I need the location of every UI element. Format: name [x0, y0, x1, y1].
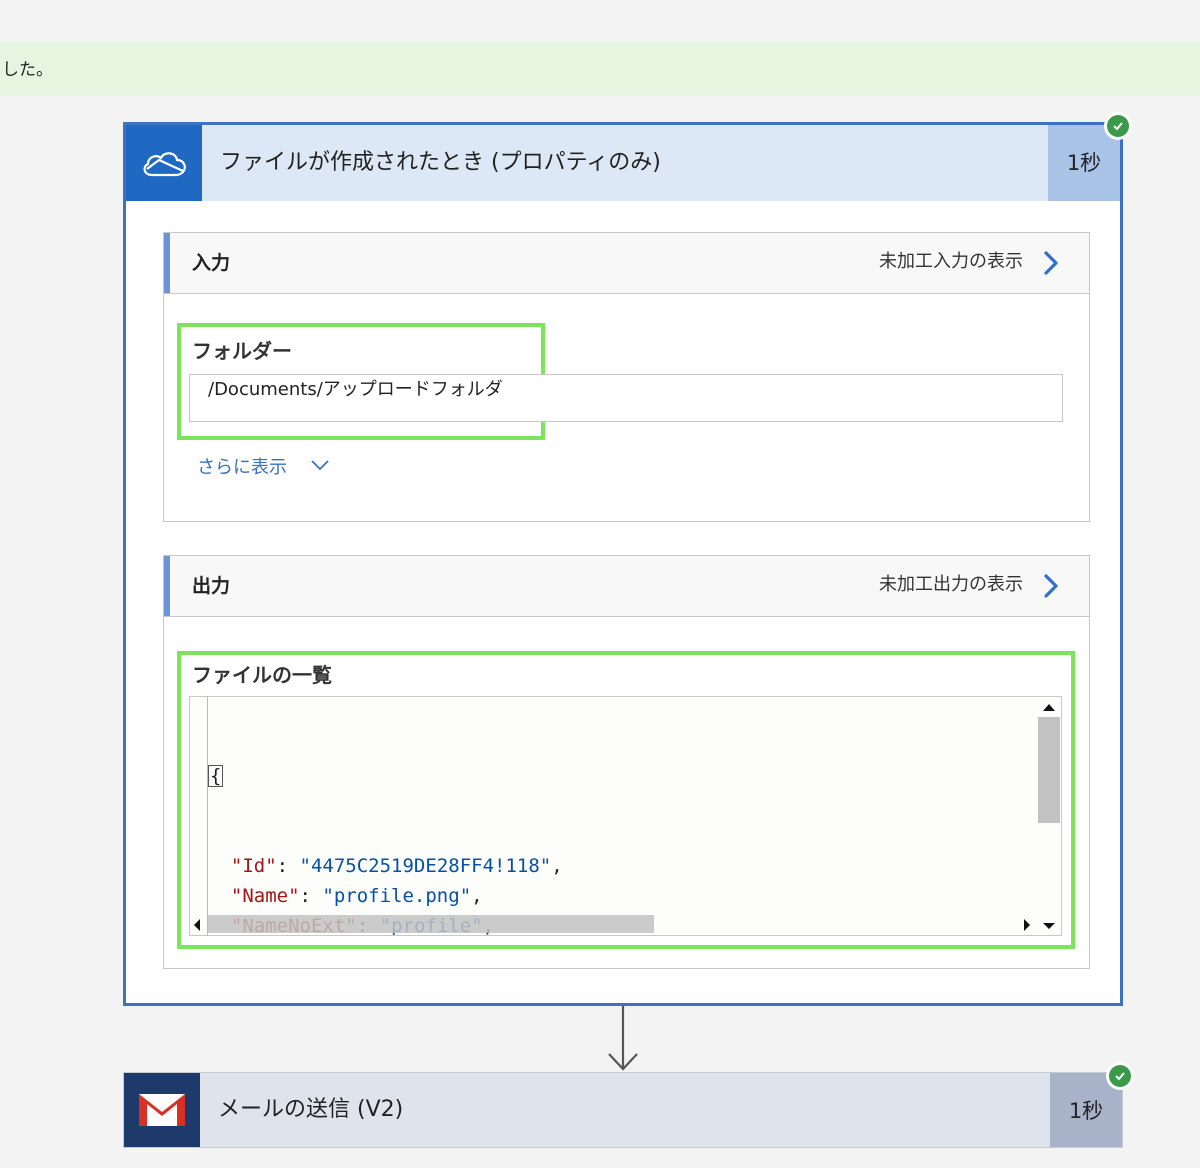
- trigger-card: ファイルが作成されたとき (プロパティのみ) 1秒 入力 未加工入力の表示 フォ…: [123, 122, 1123, 1006]
- output-title: 出力: [192, 575, 231, 597]
- section-accent-bar: [164, 233, 170, 293]
- input-section: 入力 未加工入力の表示 フォルダー /Documents/アップロードフォルダ …: [163, 232, 1090, 522]
- json-punct: ,: [551, 855, 563, 877]
- onedrive-cloud-icon: [126, 125, 202, 201]
- json-viewer[interactable]: { "Id": "4475C2519DE28FF4!118", "Name": …: [189, 696, 1062, 936]
- trigger-title: ファイルが作成されたとき (プロパティのみ): [220, 150, 661, 175]
- check-icon: [1107, 115, 1129, 137]
- action-status: [1106, 1062, 1134, 1090]
- json-key: "Name": [230, 885, 300, 907]
- trigger-card-header[interactable]: ファイルが作成されたとき (プロパティのみ) 1秒: [126, 125, 1120, 201]
- output-section-header: 出力 未加工出力の表示: [164, 556, 1089, 617]
- json-open-brace: {: [208, 765, 224, 787]
- folder-field[interactable]: /Documents/アップロードフォルダ: [189, 374, 1063, 422]
- folder-label: フォルダー: [192, 339, 292, 363]
- input-section-header: 入力 未加工入力の表示: [164, 233, 1089, 294]
- section-accent-bar: [164, 556, 170, 616]
- show-raw-input-link[interactable]: 未加工入力の表示: [879, 233, 1023, 291]
- trigger-status: [1104, 112, 1132, 140]
- json-line: "Name": "profile.png",: [230, 885, 483, 907]
- send-email-card[interactable]: メールの送信 (V2) 1秒: [123, 1072, 1123, 1148]
- json-code: { "Id": "4475C2519DE28FF4!118", "Name": …: [208, 701, 1038, 935]
- horizontal-scrollbar[interactable]: [190, 915, 1062, 935]
- json-value: "4475C2519DE28FF4!118": [299, 855, 552, 877]
- show-more-link[interactable]: さらに表示: [197, 453, 287, 479]
- json-punct: ,: [471, 885, 483, 907]
- json-key: "Id": [230, 855, 277, 877]
- success-banner: した。: [0, 42, 1200, 96]
- json-line: "Id": "4475C2519DE28FF4!118",: [230, 855, 563, 877]
- show-raw-output-link[interactable]: 未加工出力の表示: [879, 556, 1023, 614]
- vertical-scrollbar[interactable]: [1037, 697, 1061, 936]
- arrow-down-icon: [608, 1006, 638, 1071]
- chevron-down-icon[interactable]: [310, 459, 330, 471]
- output-section: 出力 未加工出力の表示 ファイルの一覧 { "Id": "4475C2519DE…: [163, 555, 1090, 969]
- check-icon: [1109, 1065, 1131, 1087]
- input-title: 入力: [192, 252, 231, 274]
- chevron-right-icon[interactable]: [1043, 573, 1059, 599]
- json-value: "profile.png": [322, 885, 472, 907]
- gmail-icon: [124, 1073, 200, 1147]
- chevron-right-icon[interactable]: [1043, 250, 1059, 276]
- banner-text: した。: [2, 60, 53, 80]
- files-label: ファイルの一覧: [192, 663, 332, 687]
- send-email-title: メールの送信 (V2): [218, 1097, 404, 1122]
